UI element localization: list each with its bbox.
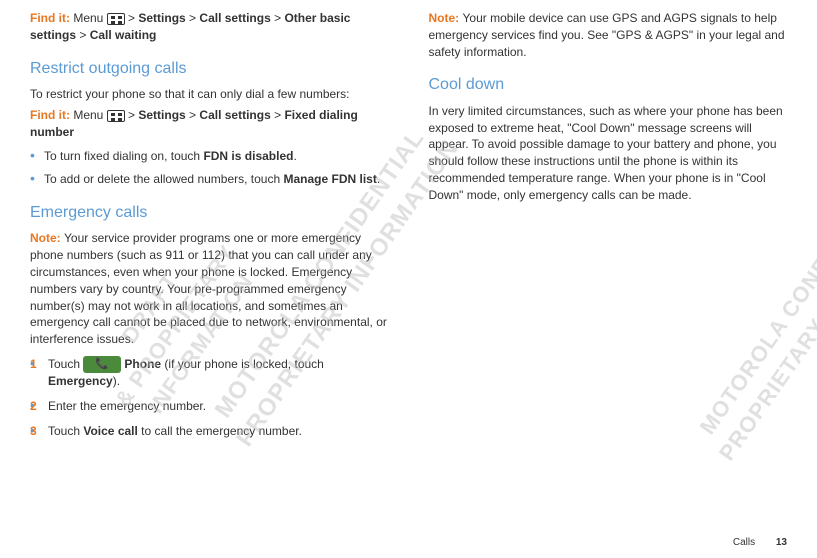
left-column: Find it: Menu > Settings > Call settings… <box>30 10 389 448</box>
heading-restrict: Restrict outgoing calls <box>30 58 389 80</box>
footer-section: Calls <box>733 537 755 548</box>
emergency-note: Note: Your service provider programs one… <box>30 230 389 348</box>
find-it-label: Find it: <box>30 11 73 25</box>
note-label: Note: <box>429 11 463 25</box>
numbered-list: 1 Touch 📞 Phone (if your phone is locked… <box>30 356 389 440</box>
list-item: 1 Touch 📞 Phone (if your phone is locked… <box>30 356 389 390</box>
bullet-list: To turn fixed dialing on, touch FDN is d… <box>30 148 389 188</box>
step-number: 1 <box>30 356 37 373</box>
phone-button-icon: 📞 <box>83 356 121 373</box>
find-it-label: Find it: <box>30 108 73 122</box>
right-column: Note: Your mobile device can use GPS and… <box>429 10 788 448</box>
menu-icon <box>107 13 125 25</box>
menu-icon <box>107 110 125 122</box>
list-item: To turn fixed dialing on, touch FDN is d… <box>30 148 389 165</box>
heading-emergency: Emergency calls <box>30 202 389 224</box>
find-it-2: Find it: Menu > Settings > Call settings… <box>30 107 389 141</box>
cooldown-text: In very limited circumstances, such as w… <box>429 103 788 204</box>
restrict-intro: To restrict your phone so that it can on… <box>30 86 389 103</box>
page-footer: Calls 13 <box>733 536 787 550</box>
note-label: Note: <box>30 231 64 245</box>
list-item: To add or delete the allowed numbers, to… <box>30 171 389 188</box>
list-item: 3 Touch Voice call to call the emergency… <box>30 423 389 440</box>
find-it-1: Find it: Menu > Settings > Call settings… <box>30 10 389 44</box>
step-number: 2 <box>30 398 37 415</box>
gps-note: Note: Your mobile device can use GPS and… <box>429 10 788 60</box>
list-item: 2 Enter the emergency number. <box>30 398 389 415</box>
heading-cooldown: Cool down <box>429 74 788 96</box>
footer-page: 13 <box>776 537 787 548</box>
step-number: 3 <box>30 423 37 440</box>
